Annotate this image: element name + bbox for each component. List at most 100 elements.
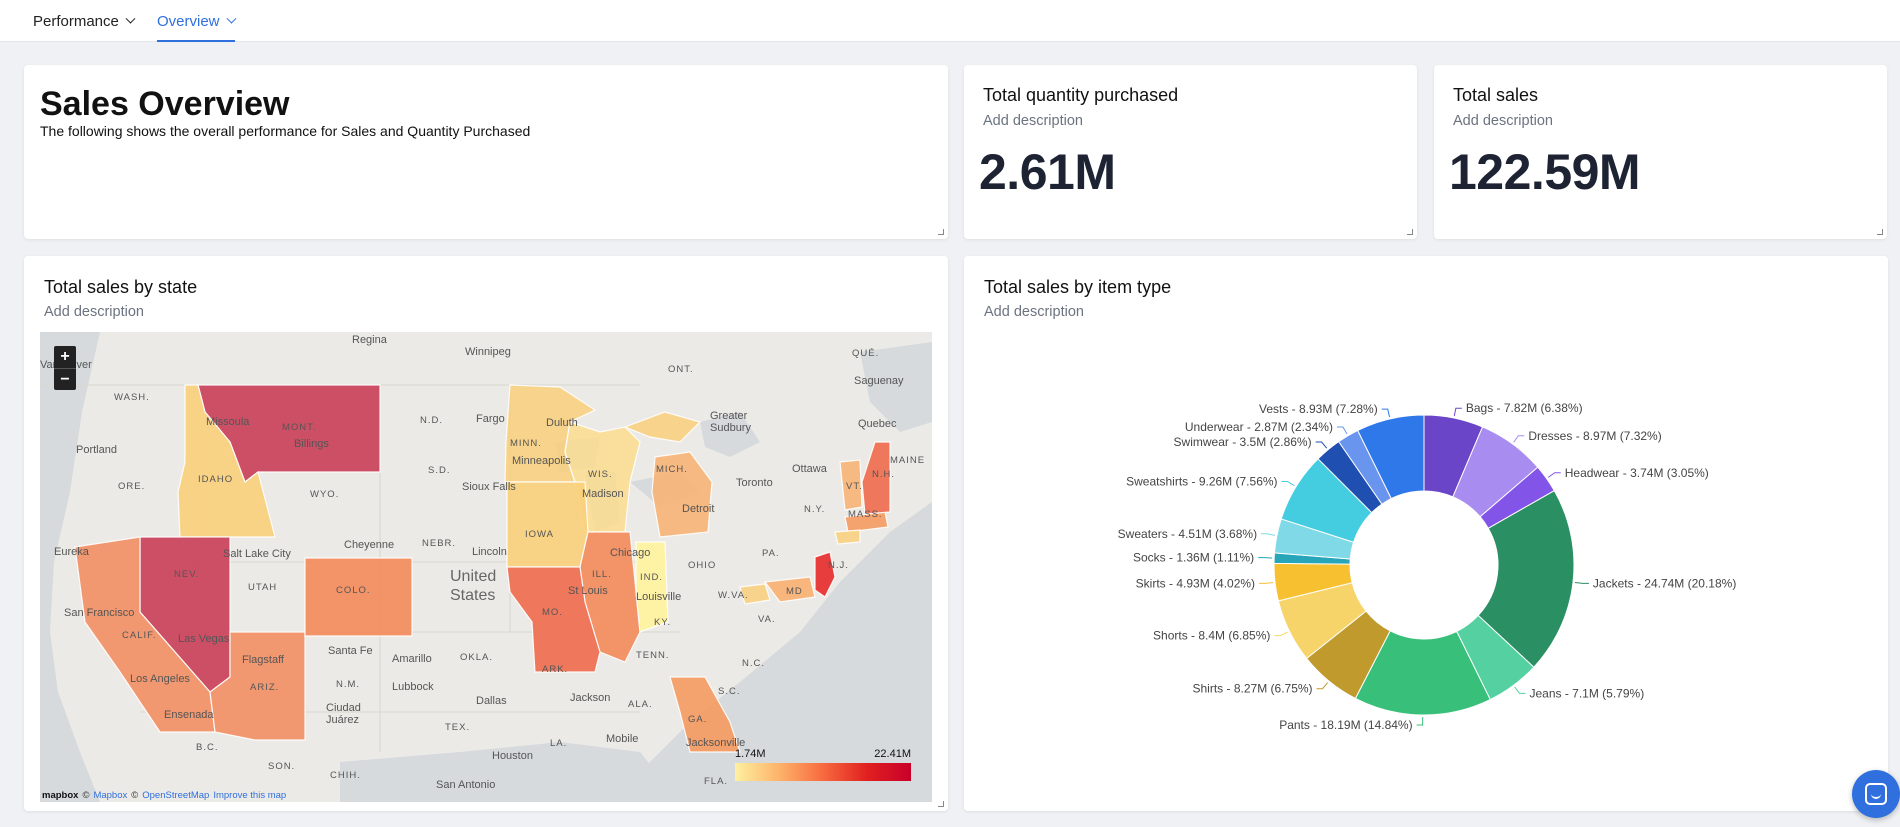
- svg-text:GA.: GA.: [688, 714, 707, 725]
- svg-text:Regina: Regina: [352, 334, 388, 346]
- chat-icon: [1865, 783, 1887, 805]
- svg-text:TENN.: TENN.: [636, 650, 670, 661]
- state-colorado: [304, 557, 413, 637]
- tab-overview-label: Overview: [157, 12, 220, 30]
- donut-leader-line: [1514, 686, 1526, 694]
- donut-chart[interactable]: Bags - 7.82M (6.38%) Dresses - 8.97M (7.3…: [964, 256, 1888, 811]
- choropleth-map[interactable]: ReginaWinnipeg ONT.QUÉ. SaguenayVancouve…: [40, 332, 932, 802]
- svg-text:PA.: PA.: [762, 548, 780, 559]
- zoom-in-button[interactable]: +: [54, 346, 76, 368]
- svg-text:Louisville: Louisville: [636, 591, 681, 603]
- resize-handle[interactable]: [938, 229, 944, 235]
- svg-text:San Francisco: San Francisco: [64, 607, 134, 619]
- donut-label-socks: Socks - 1.36M (1.11%): [1133, 551, 1254, 565]
- chat-button[interactable]: [1852, 770, 1900, 818]
- chevron-down-icon: [226, 13, 236, 24]
- donut-label-swimwear: Swimwear - 3.5M (2.86%): [1174, 435, 1312, 449]
- kpi-card-quantity: Total quantity purchased Add description…: [964, 65, 1417, 239]
- resize-handle[interactable]: [1877, 229, 1883, 235]
- map-attribution: mapbox © Mapbox © OpenStreetMap Improve …: [42, 790, 286, 801]
- add-description-link[interactable]: Add description: [44, 304, 144, 320]
- donut-leader-line: [1316, 682, 1329, 690]
- svg-text:NEV.: NEV.: [174, 569, 199, 580]
- zoom-out-button[interactable]: −: [54, 368, 76, 390]
- overview-text-card: Sales Overview The following shows the o…: [24, 65, 948, 239]
- svg-text:SON.: SON.: [268, 761, 295, 772]
- kpi-card-sales: Total sales Add description 122.59M: [1434, 65, 1887, 239]
- svg-text:Winnipeg: Winnipeg: [465, 346, 511, 358]
- svg-text:N.M.: N.M.: [336, 679, 360, 690]
- svg-text:IND.: IND.: [640, 572, 663, 583]
- resize-handle[interactable]: [1407, 229, 1413, 235]
- svg-text:N.D.: N.D.: [420, 415, 443, 426]
- svg-text:Saguenay: Saguenay: [854, 375, 904, 387]
- svg-text:Duluth: Duluth: [546, 417, 578, 429]
- page-title: Sales Overview: [40, 85, 290, 123]
- svg-text:Salt Lake City: Salt Lake City: [223, 548, 291, 560]
- svg-text:VT.: VT.: [846, 481, 863, 492]
- svg-text:Amarillo: Amarillo: [392, 653, 432, 665]
- donut-label-vests: Vests - 8.93M (7.28%): [1259, 402, 1378, 416]
- kpi-value: 2.61M: [979, 144, 1116, 200]
- donut-label-pants: Pants - 18.19M (14.84%): [1279, 718, 1412, 732]
- map-card: Total sales by state Add description Reg…: [24, 256, 948, 811]
- chevron-down-icon: [125, 13, 136, 24]
- svg-text:ARIZ.: ARIZ.: [250, 682, 279, 693]
- donut-label-jeans: Jeans - 7.1M (5.79%): [1529, 686, 1644, 700]
- svg-text:ALA.: ALA.: [628, 699, 653, 710]
- svg-text:N.J.: N.J.: [828, 560, 849, 571]
- svg-text:KY.: KY.: [654, 617, 671, 628]
- tab-overview[interactable]: Overview: [157, 0, 236, 42]
- svg-text:N.C.: N.C.: [742, 658, 765, 669]
- svg-text:ONT.: ONT.: [668, 364, 694, 375]
- donut-label-headwear: Headwear - 3.74M (3.05%): [1565, 466, 1709, 480]
- svg-text:IOWA: IOWA: [525, 529, 554, 540]
- svg-text:CHIH.: CHIH.: [330, 770, 361, 781]
- svg-text:Toronto: Toronto: [736, 477, 773, 489]
- donut-leader-line: [1261, 533, 1276, 536]
- svg-text:Dallas: Dallas: [476, 695, 507, 707]
- kpi-title: Total sales: [1453, 85, 1539, 105]
- copyright-symbol: ©: [131, 790, 139, 801]
- svg-text:N.Y.: N.Y.: [804, 504, 825, 515]
- donut-leader-line: [1315, 441, 1328, 449]
- donut-leader-line: [1547, 472, 1561, 478]
- svg-text:Quebec: Quebec: [858, 418, 897, 430]
- svg-text:Los Angeles: Los Angeles: [130, 673, 190, 685]
- svg-text:MAINE: MAINE: [890, 455, 925, 466]
- legend-color-bar: [735, 763, 911, 781]
- mapbox-link[interactable]: Mapbox: [93, 790, 127, 801]
- donut-label-underwear: Underwear - 2.87M (2.34%): [1185, 420, 1333, 434]
- tab-performance[interactable]: Performance: [33, 0, 136, 42]
- svg-text:IDAHO: IDAHO: [198, 474, 233, 485]
- resize-handle[interactable]: [938, 801, 944, 807]
- page-subtitle: The following shows the overall performa…: [40, 123, 531, 139]
- donut-label-dresses: Dresses - 8.97M (7.32%): [1528, 429, 1661, 443]
- svg-text:Greater: Greater: [710, 410, 748, 422]
- svg-text:S.C.: S.C.: [718, 686, 740, 697]
- svg-text:Sioux Falls: Sioux Falls: [462, 481, 516, 493]
- svg-text:Ottawa: Ottawa: [792, 463, 828, 475]
- svg-text:ILL.: ILL.: [592, 569, 612, 580]
- map-zoom-controls: + −: [54, 346, 76, 390]
- improve-map-link[interactable]: Improve this map: [213, 790, 286, 801]
- svg-text:Ensenada: Ensenada: [164, 709, 214, 721]
- mapbox-logo[interactable]: mapbox: [42, 790, 78, 801]
- add-description-link[interactable]: Add description: [1453, 113, 1553, 129]
- state-iowa: [506, 481, 589, 568]
- openstreetmap-link[interactable]: OpenStreetMap: [142, 790, 209, 801]
- add-description-link[interactable]: Add description: [983, 113, 1083, 129]
- donut-leader-line: [1513, 435, 1525, 443]
- svg-text:VA.: VA.: [758, 614, 776, 625]
- svg-text:Flagstaff: Flagstaff: [242, 654, 285, 666]
- donut-label-skirts: Skirts - 4.93M (4.02%): [1136, 576, 1255, 590]
- map-canvas: ReginaWinnipeg ONT.QUÉ. SaguenayVancouve…: [40, 332, 932, 802]
- svg-text:OKLA.: OKLA.: [460, 652, 493, 663]
- svg-text:LA.: LA.: [550, 738, 567, 749]
- svg-text:Sudbury: Sudbury: [710, 422, 751, 434]
- svg-text:OHIO: OHIO: [688, 560, 716, 571]
- svg-text:Madison: Madison: [582, 488, 624, 500]
- donut-label-jackets: Jackets - 24.74M (20.18%): [1593, 576, 1736, 590]
- copyright-symbol: ©: [82, 790, 90, 801]
- donut-leader-line: [1381, 408, 1391, 418]
